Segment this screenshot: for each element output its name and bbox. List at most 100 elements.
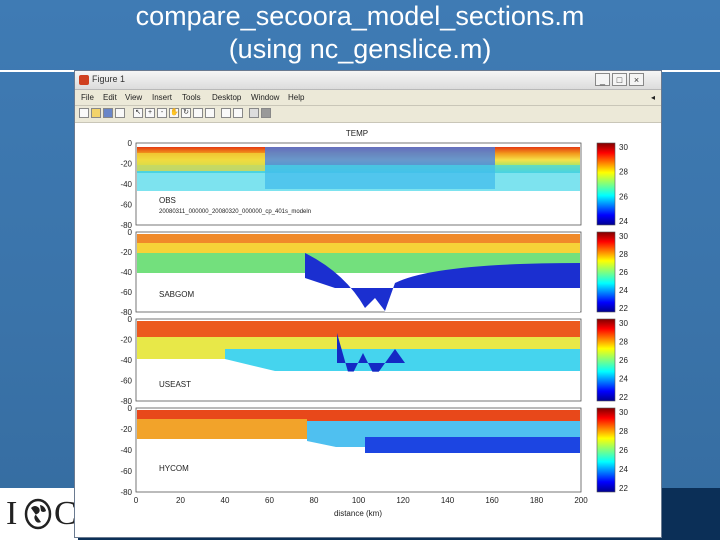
colorbar-hycom <box>596 407 616 493</box>
x-tick-label: 40 <box>221 496 230 505</box>
colorbar-tick-label: 30 <box>619 408 628 417</box>
x-tick-label: 60 <box>265 496 274 505</box>
rotate-icon[interactable]: ↻ <box>181 108 191 118</box>
colorbar-tick-label: 30 <box>619 143 628 152</box>
panel-obs: OBS 20080311_000000_20080320_000000_cp_4… <box>135 142 616 226</box>
colorbar-tick-label: 24 <box>619 465 628 474</box>
x-tick-label: 80 <box>310 496 319 505</box>
colorbar-tick-label: 22 <box>619 304 628 313</box>
y-tick-label: -60 <box>120 201 132 210</box>
panel-sabgom: SABGOM <box>135 231 616 313</box>
slide-title-line1: compare_secoora_model_sections.m <box>135 1 585 31</box>
menu-desktop[interactable]: Desktop <box>212 93 241 102</box>
window-titlebar[interactable]: Figure 1 _ □ × <box>75 71 661 90</box>
y-tick-label: -40 <box>120 268 132 277</box>
colorbar-tick-label: 22 <box>619 393 628 402</box>
brush-icon[interactable] <box>205 108 215 118</box>
y-tick-label: -60 <box>120 467 132 476</box>
colorbar-tick-label: 30 <box>619 232 628 241</box>
y-tick-label: -40 <box>120 356 132 365</box>
menu-window[interactable]: Window <box>251 93 279 102</box>
hycom-blue-layer <box>365 437 580 453</box>
x-tick-label: 100 <box>352 496 366 505</box>
ioc-logo-icon: I C <box>6 495 77 532</box>
x-tick-label: 160 <box>485 496 499 505</box>
menu-bar: File Edit View Insert Tools Desktop Wind… <box>75 90 661 104</box>
zoom-out-icon[interactable]: - <box>157 108 167 118</box>
colorbar-icon[interactable] <box>221 108 231 118</box>
x-tick-label: 120 <box>396 496 410 505</box>
y-tick-label: -20 <box>120 248 132 257</box>
colorbar-tick-label: 26 <box>619 192 628 201</box>
menu-file[interactable]: File <box>81 93 94 102</box>
y-tick-label: 0 <box>128 228 133 237</box>
colorbar-tick-label: 28 <box>619 168 628 177</box>
slide-title: compare_secoora_model_sections.m (using … <box>0 0 720 72</box>
menu-tools[interactable]: Tools <box>182 93 201 102</box>
pointer-icon[interactable]: ↖ <box>133 108 143 118</box>
y-tick-label: -60 <box>120 288 132 297</box>
y-tick-label: -20 <box>120 425 132 434</box>
colorbar-obs <box>596 142 616 226</box>
y-tick-label: -60 <box>120 377 132 386</box>
obs-band-yellow <box>137 153 265 171</box>
y-tick-label: 0 <box>128 139 133 148</box>
legend-icon[interactable] <box>233 108 243 118</box>
colorbar-tick-label: 30 <box>619 319 628 328</box>
x-axis-label: distance (km) <box>334 509 382 518</box>
menu-edit[interactable]: Edit <box>103 93 117 102</box>
y-tick-label: 0 <box>128 315 133 324</box>
panel-useast: USEAST <box>135 318 616 402</box>
colorbar-sabgom <box>596 231 616 313</box>
panel-hycom: HYCOM <box>135 407 616 493</box>
datacursor-icon[interactable] <box>193 108 203 118</box>
y-tick-label: -20 <box>120 160 132 169</box>
slide-title-line2: (using nc_genslice.m) <box>228 34 492 64</box>
y-tick-label: -40 <box>120 446 132 455</box>
maximize-button[interactable]: □ <box>612 73 627 86</box>
y-tick-label: 0 <box>128 404 133 413</box>
colorbar-tick-label: 24 <box>619 286 628 295</box>
panel-sabgom-label: SABGOM <box>159 290 194 299</box>
colorbar-useast <box>596 318 616 402</box>
window-title: Figure 1 <box>92 74 126 84</box>
hycom-orange-layer <box>137 419 307 439</box>
y-tick-label: -20 <box>120 336 132 345</box>
figure-window[interactable]: Figure 1 _ □ × File Edit View Insert Too… <box>74 70 662 538</box>
colorbar-tick-label: 26 <box>619 446 628 455</box>
figure-toolbar: ↖ + - ✋ ↻ <box>75 105 661 123</box>
figure-canvas: TEMP OBS 20080311_000000_20080320_000000… <box>75 123 661 537</box>
save-icon[interactable] <box>103 108 113 118</box>
y-tick-label: -40 <box>120 180 132 189</box>
x-tick-label: 0 <box>134 496 139 505</box>
x-tick-label: 20 <box>176 496 185 505</box>
dock-arrow-icon[interactable]: ◂ <box>651 93 655 102</box>
colorbar-tick-label: 22 <box>619 484 628 493</box>
menu-help[interactable]: Help <box>288 93 304 102</box>
colorbar-tick-label: 24 <box>619 375 628 384</box>
grid-icon[interactable] <box>249 108 259 118</box>
new-icon[interactable] <box>79 108 89 118</box>
print-icon[interactable] <box>115 108 125 118</box>
panel-useast-label: USEAST <box>159 380 191 389</box>
menu-insert[interactable]: Insert <box>152 93 172 102</box>
x-tick-label: 200 <box>574 496 588 505</box>
pan-icon[interactable]: ✋ <box>169 108 179 118</box>
matlab-figure-icon <box>79 75 89 85</box>
open-icon[interactable] <box>91 108 101 118</box>
section-plots: TEMP OBS 20080311_000000_20080320_000000… <box>120 129 628 518</box>
menu-view[interactable]: View <box>125 93 142 102</box>
colorbar-tick-label: 28 <box>619 338 628 347</box>
panel-hycom-label: HYCOM <box>159 464 189 473</box>
zoom-in-icon[interactable]: + <box>145 108 155 118</box>
colorbar-tick-label: 26 <box>619 268 628 277</box>
y-tick-label: -80 <box>120 488 132 497</box>
colorbar-tick-label: 28 <box>619 250 628 259</box>
x-tick-label: 180 <box>530 496 544 505</box>
colorbar-tick-label: 24 <box>619 217 628 226</box>
minimize-button[interactable]: _ <box>595 73 610 86</box>
close-button[interactable]: × <box>629 73 644 86</box>
colorbar-tick-label: 26 <box>619 356 628 365</box>
plottools-icon[interactable] <box>261 108 271 118</box>
panel-obs-label-line1: OBS <box>159 196 176 205</box>
